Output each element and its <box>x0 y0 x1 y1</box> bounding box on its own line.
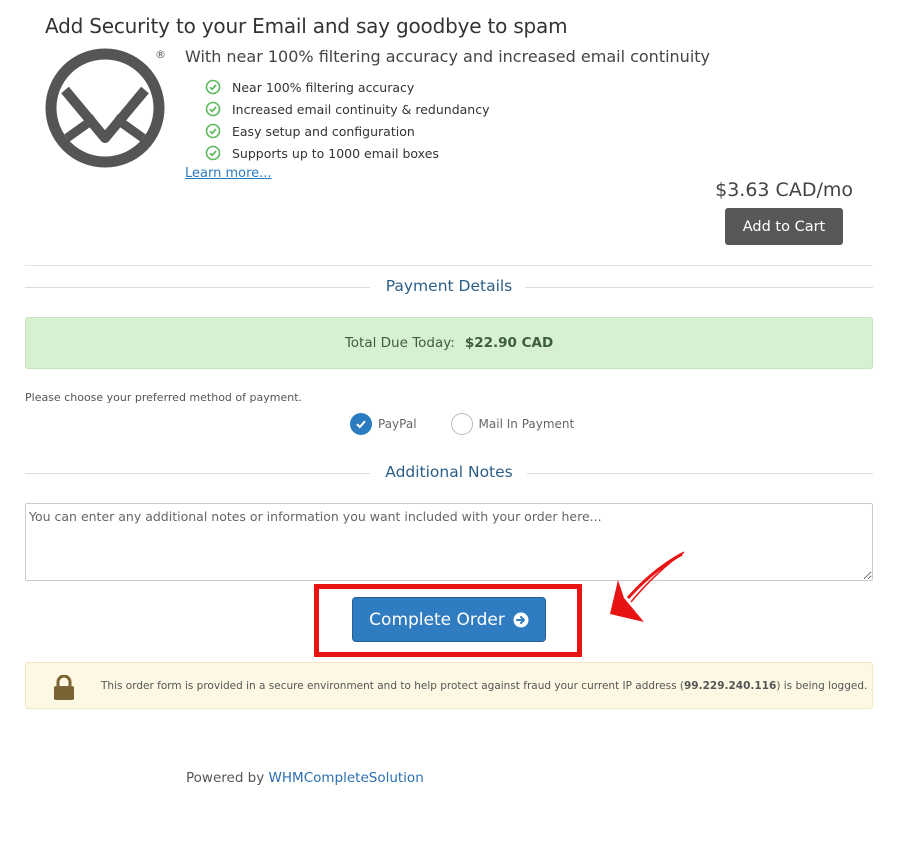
feature-list: Near 100% filtering accuracy Increased e… <box>205 76 490 164</box>
radio-checked-icon[interactable] <box>350 413 372 435</box>
feature-item: Near 100% filtering accuracy <box>205 76 490 98</box>
learn-more-link[interactable]: Learn more... <box>185 166 272 181</box>
powered-by-link[interactable]: WHMCompleteSolution <box>269 770 424 786</box>
product-price: $3.63 CAD/mo <box>715 179 853 201</box>
check-circle-icon <box>205 145 221 161</box>
feature-item: Increased email continuity & redundancy <box>205 98 490 120</box>
powered-by-label: Powered by <box>186 770 265 786</box>
complete-order-label: Complete Order <box>369 609 505 630</box>
check-circle-icon <box>205 101 221 117</box>
feature-label: Easy setup and configuration <box>232 123 415 139</box>
payment-option-paypal[interactable]: PayPal <box>350 413 417 435</box>
feature-item: Easy setup and configuration <box>205 120 490 142</box>
ip-address: 99.229.240.116 <box>683 680 777 692</box>
check-circle-icon <box>205 79 221 95</box>
total-due-banner: Total Due Today: $22.90 CAD <box>25 317 873 369</box>
payment-method-prompt: Please choose your preferred method of p… <box>25 391 302 404</box>
total-due-label: Total Due Today: <box>344 335 455 351</box>
payment-option-label: Mail In Payment <box>478 417 575 431</box>
section-divider <box>25 265 873 266</box>
secure-notice-banner: This order form is provided in a secure … <box>25 662 873 709</box>
additional-notes-textarea[interactable] <box>25 503 873 581</box>
payment-option-label: PayPal <box>378 417 417 431</box>
promo-subtitle: With near 100% filtering accuracy and in… <box>185 47 711 66</box>
annotation-arrow-icon <box>610 551 685 622</box>
feature-label: Supports up to 1000 email boxes <box>232 145 439 161</box>
payment-method-options: PayPal Mail In Payment <box>350 413 608 435</box>
secure-text-after: ) is being logged. <box>776 680 868 692</box>
payment-details-title: Payment Details <box>385 277 513 295</box>
feature-label: Near 100% filtering accuracy <box>232 79 415 95</box>
envelope-logo-icon: ® <box>45 48 166 168</box>
check-circle-icon <box>205 123 221 139</box>
secure-notice-text: This order form is provided in a secure … <box>101 680 867 692</box>
payment-details-heading: Payment Details <box>25 277 873 297</box>
feature-label: Increased email continuity & redundancy <box>232 101 490 117</box>
feature-item: Supports up to 1000 email boxes <box>205 142 490 164</box>
lock-icon <box>54 675 74 700</box>
powered-by-footer: Powered by WHMCompleteSolution <box>186 770 424 786</box>
add-to-cart-button[interactable]: Add to Cart <box>725 208 843 245</box>
radio-unchecked-icon[interactable] <box>450 413 473 435</box>
complete-order-button[interactable]: Complete Order <box>352 597 546 642</box>
registered-mark: ® <box>155 48 166 61</box>
promo-title: Add Security to your Email and say goodb… <box>45 14 568 38</box>
payment-option-mail[interactable]: Mail In Payment <box>450 413 575 435</box>
product-promo-panel: Add Security to your Email and say goodb… <box>25 0 873 265</box>
additional-notes-heading: Additional Notes <box>25 463 873 483</box>
secure-text-before: This order form is provided in a secure … <box>101 680 684 692</box>
total-due-value: $22.90 CAD <box>464 335 554 351</box>
arrow-circle-right-icon <box>513 612 529 627</box>
additional-notes-title: Additional Notes <box>385 463 513 481</box>
